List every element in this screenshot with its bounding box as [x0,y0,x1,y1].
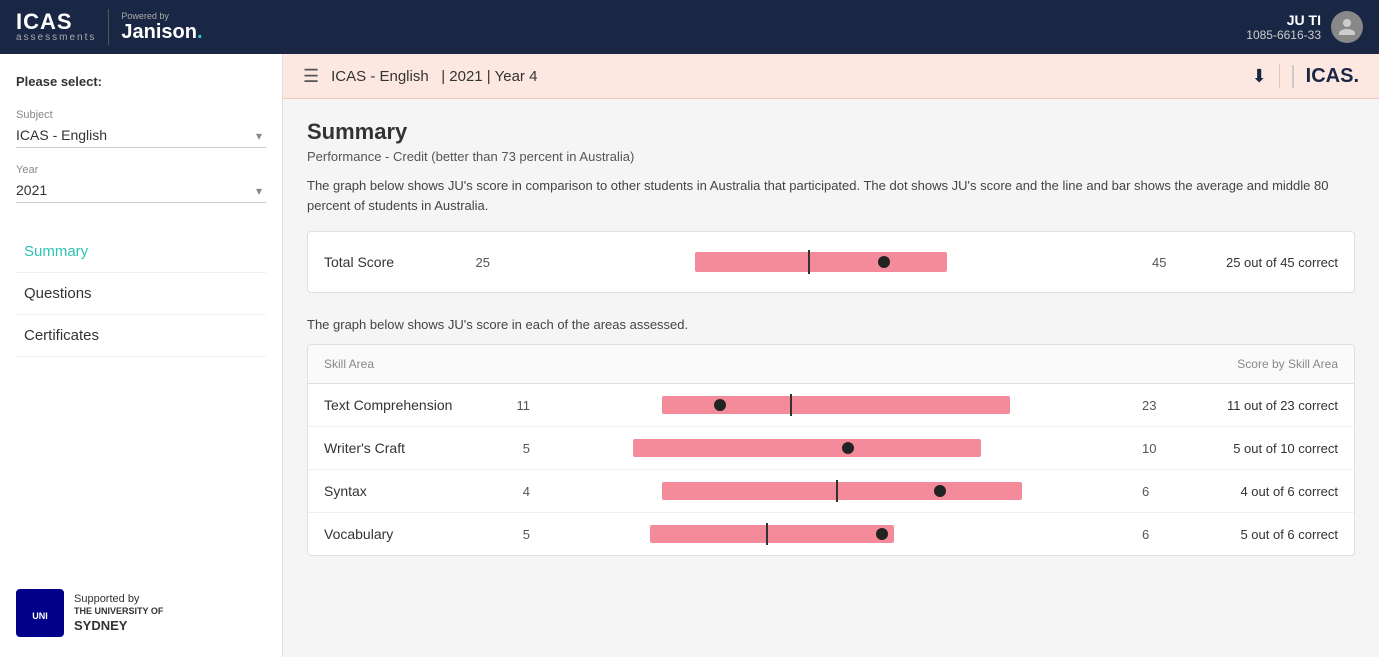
skill-min-text-comprehension: 11 [500,398,530,413]
sub-header-left: ☰ ICAS - English | 2021 | Year 4 [303,66,537,87]
total-score-row: Total Score 25 45 25 out of 45 correct [324,252,1338,272]
bar-pink-wc [633,439,981,457]
sidebar-item-certificates[interactable]: Certificates [16,315,266,357]
sidebar-item-questions[interactable]: Questions [16,273,266,315]
skill-result-syntax: 4 out of 6 correct [1188,484,1338,499]
sub-header-right: ⬇ ICAS. [1252,64,1359,88]
university-name: SYDNEY [74,618,163,635]
total-score-label: Total Score [324,254,444,270]
skill-bar-vocabulary [546,525,1126,543]
subject-title: ICAS - English [331,68,429,85]
skill-name-text-comprehension: Text Comprehension [324,397,484,413]
logo-group: ICAS assessments Powered by Janison. [16,9,203,45]
skill-bar-text-comprehension [546,396,1126,414]
skill-row-vocabulary: Vocabulary 5 6 5 out of 6 correct [308,513,1354,555]
user-section: JU TI 1085-6616-33 [1246,11,1363,43]
skill-result-vocabulary: 5 out of 6 correct [1188,527,1338,542]
skill-row-writers-craft: Writer's Craft 5 10 5 out of 10 correct [308,427,1354,470]
sidebar-item-summary[interactable]: Summary [16,231,266,273]
university-label: THE UNIVERSITY OF [74,606,163,618]
sydney-text: Supported by THE UNIVERSITY OF SYDNEY [74,592,163,635]
total-bar-pink [695,252,947,272]
performance-subtitle: Performance - Credit (better than 73 per… [307,149,1355,164]
icas-badge: ICAS. [1292,65,1359,88]
total-score-min: 25 [460,255,490,270]
sidebar-footer: UNI Supported by THE UNIVERSITY OF SYDNE… [16,573,266,637]
app-header: ICAS assessments Powered by Janison. JU … [0,0,1379,54]
total-bar-line [808,250,810,274]
skill-header-area: Skill Area [324,357,524,371]
skill-result-writers-craft: 5 out of 10 correct [1188,441,1338,456]
skill-min-syntax: 4 [500,484,530,499]
bar-line-sx [836,480,838,502]
user-info: JU TI 1085-6616-33 [1246,12,1321,42]
main-content: ☰ ICAS - English | 2021 | Year 4 ⬇ ICAS.… [283,54,1379,657]
avatar [1331,11,1363,43]
bar-dot-tc [714,399,726,411]
main-layout: Please select: Subject ICAS - English Ye… [0,54,1379,657]
skill-name-writers-craft: Writer's Craft [324,440,484,456]
powered-by-label: Powered by [121,11,169,21]
skill-max-vocabulary: 6 [1142,527,1172,542]
janison-text: Janison. [121,21,202,44]
skill-max-syntax: 6 [1142,484,1172,499]
bar-line-vo [766,523,768,545]
user-name: JU TI [1246,12,1321,28]
skill-bar-writers-craft [546,439,1126,457]
please-select-label: Please select: [16,74,266,89]
content-area: Summary Performance - Credit (better tha… [283,99,1379,576]
assessments-text: assessments [16,33,96,43]
subject-select[interactable]: ICAS - English [16,123,266,148]
supported-by-text: Supported by [74,592,163,606]
skill-description: The graph below shows JU's score in each… [307,317,1355,332]
skill-card: Skill Area Score by Skill Area Text Comp… [307,344,1355,556]
icas-text: ICAS [16,11,96,33]
bar-line-tc [790,394,792,416]
icas-logo: ICAS assessments [16,11,96,43]
skill-min-vocabulary: 5 [500,527,530,542]
sydney-logo: UNI [16,589,64,637]
skill-row-syntax: Syntax 4 6 4 out of 6 correct [308,470,1354,513]
logo-divider [108,9,109,45]
user-id: 1085-6616-33 [1246,28,1321,42]
subject-select-wrapper[interactable]: ICAS - English [16,123,266,148]
year-select-wrapper[interactable]: 2021 [16,178,266,203]
year-title: | 2021 | Year 4 [441,68,537,85]
skill-table-header: Skill Area Score by Skill Area [308,345,1354,384]
page-title: Summary [307,119,1355,145]
sub-header: ☰ ICAS - English | 2021 | Year 4 ⬇ ICAS. [283,54,1379,99]
year-select[interactable]: 2021 [16,178,266,203]
sub-header-title: ICAS - English | 2021 | Year 4 [331,68,537,85]
sidebar: Please select: Subject ICAS - English Ye… [0,54,283,657]
total-bar-dot [878,256,890,268]
skill-row-text-comprehension: Text Comprehension 11 23 11 out of 23 co… [308,384,1354,427]
skill-header-score: Score by Skill Area [961,357,1338,371]
powered-by: Powered by Janison. [121,11,202,44]
subject-field-label: Subject [16,109,266,121]
sidebar-nav: Summary Questions Certificates [16,231,266,357]
download-icon[interactable]: ⬇ [1252,66,1267,87]
bar-dot-wc [842,442,854,454]
skill-min-writers-craft: 5 [500,441,530,456]
total-score-bar [506,252,1136,272]
bar-pink-sx [662,482,1022,500]
skill-bar-syntax [546,482,1126,500]
skill-max-writers-craft: 10 [1142,441,1172,456]
skill-name-vocabulary: Vocabulary [324,526,484,542]
year-field-label: Year [16,164,266,176]
bar-pink-vo [650,525,894,543]
skill-name-syntax: Syntax [324,483,484,499]
divider [1279,64,1280,88]
score-description: The graph below shows JU's score in comp… [307,176,1355,215]
total-score-result: 25 out of 45 correct [1198,255,1338,270]
total-score-card: Total Score 25 45 25 out of 45 correct [307,231,1355,293]
svg-text:UNI: UNI [32,611,48,621]
hamburger-icon[interactable]: ☰ [303,66,319,87]
skill-result-text-comprehension: 11 out of 23 correct [1188,398,1338,413]
skill-max-text-comprehension: 23 [1142,398,1172,413]
total-score-max: 45 [1152,255,1182,270]
